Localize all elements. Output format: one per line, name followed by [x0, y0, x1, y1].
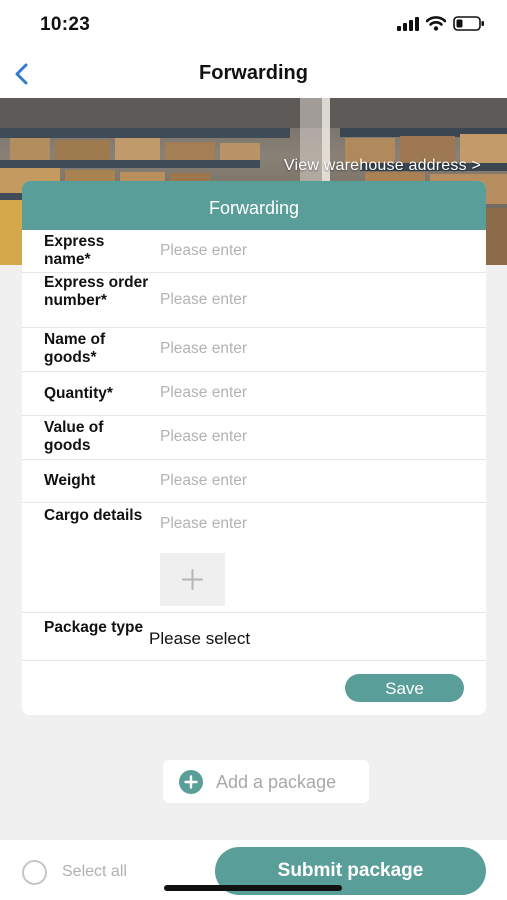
weight-label: Weight [44, 472, 96, 489]
page-title: Forwarding [199, 62, 308, 84]
form-row-cargo-details: Cargo details [22, 503, 486, 613]
plus-icon [182, 569, 203, 590]
save-button[interactable]: Save [345, 674, 464, 702]
express-name-input[interactable] [160, 238, 460, 264]
express-order-number-label: Express order number* [44, 274, 149, 309]
form-row-express-name: Express name* [22, 230, 486, 273]
signal-icon [397, 16, 419, 31]
status-icons [397, 16, 485, 31]
form-row-name-of-goods: Name of goods* [22, 328, 486, 372]
cargo-details-label: Cargo details [44, 507, 143, 524]
forwarding-card: Forwarding Express name* Express order n… [22, 181, 486, 715]
express-order-number-input[interactable] [160, 287, 460, 313]
name-of-goods-input[interactable] [160, 336, 460, 362]
card-header: Forwarding [22, 181, 486, 230]
nav-bar: Forwarding [0, 50, 507, 98]
view-warehouse-address-link[interactable]: View warehouse address > [284, 157, 481, 175]
package-type-label: Package type [44, 619, 144, 636]
cargo-details-input[interactable] [160, 511, 460, 537]
wifi-icon [426, 16, 446, 31]
weight-input[interactable] [160, 468, 460, 494]
package-type-select[interactable]: Please select [149, 629, 250, 649]
battery-icon [453, 16, 484, 31]
value-of-goods-input[interactable] [160, 424, 460, 450]
form-row-package-type: Package type [22, 613, 486, 661]
express-name-label: Express name* [44, 233, 105, 268]
form-row-weight: Weight [22, 460, 486, 503]
quantity-label: Quantity* [44, 385, 113, 402]
home-indicator [164, 885, 342, 891]
upload-image-button[interactable] [160, 553, 225, 606]
form-row-quantity: Quantity* [22, 372, 486, 416]
form-row-express-order-number: Express order number* [22, 273, 486, 328]
add-package-label: Add a package [216, 772, 337, 792]
plus-circle-icon [179, 770, 203, 794]
select-all-radio[interactable] [22, 860, 47, 885]
bottom-bar: Select all Submit package [0, 840, 507, 900]
status-time: 10:23 [40, 14, 91, 35]
status-bar: 10:23 [0, 0, 507, 50]
value-of-goods-label: Value of goods [44, 419, 104, 454]
form-row-value-of-goods: Value of goods [22, 416, 486, 460]
add-package-button[interactable]: Add a package [163, 760, 369, 803]
quantity-input[interactable] [160, 380, 460, 406]
name-of-goods-label: Name of goods* [44, 331, 106, 366]
select-all-label: Select all [62, 863, 127, 880]
